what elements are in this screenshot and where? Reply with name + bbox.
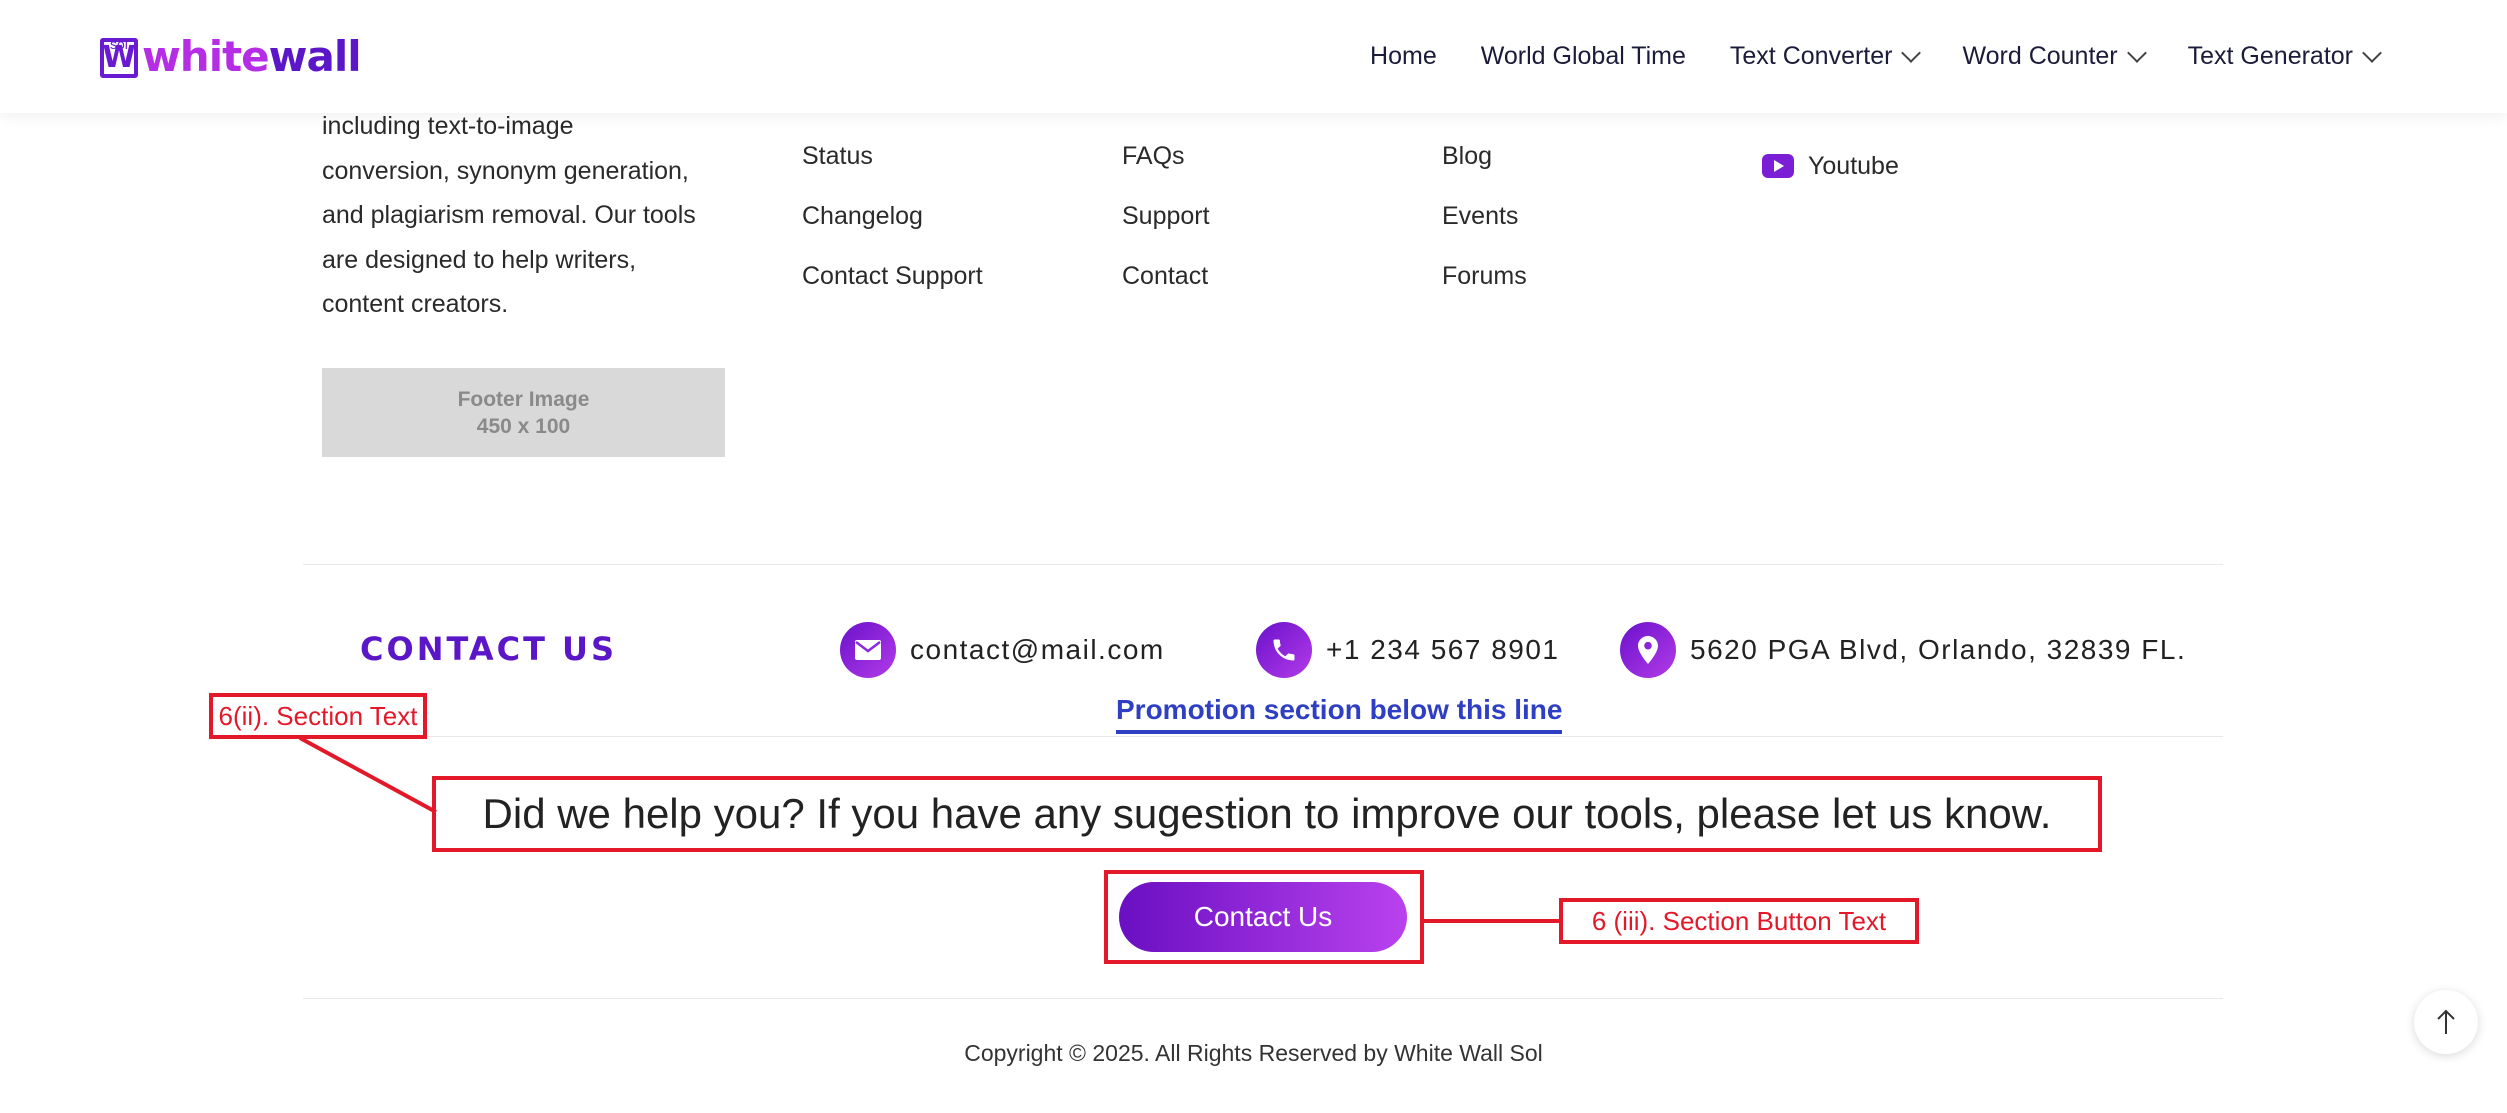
youtube-icon xyxy=(1762,154,1794,178)
footer-link-contact[interactable]: Contact xyxy=(1122,256,1210,316)
nav-label: Home xyxy=(1370,42,1437,70)
nav-text-converter[interactable]: Text Converter xyxy=(1729,42,1922,71)
about-line: are designed to help writers, xyxy=(322,245,637,274)
footer-link-forums[interactable]: Forums xyxy=(1442,256,1527,316)
youtube-label: Youtube xyxy=(1808,152,1899,180)
scroll-to-top-button[interactable] xyxy=(2414,990,2478,1054)
nav-text-generator[interactable]: Text Generator xyxy=(2187,42,2382,71)
phone-icon xyxy=(1256,622,1312,678)
logo-mark-icon: sol W xyxy=(100,36,138,78)
contact-email[interactable]: contact@mail.com xyxy=(840,622,1165,678)
footer-image-size: 450 x 100 xyxy=(476,414,571,438)
logo[interactable]: sol W whitewall xyxy=(100,28,362,78)
footer-link-contact-support[interactable]: Contact Support xyxy=(802,256,983,316)
footer-links-col-1: Status Changelog Contact Support xyxy=(802,136,983,316)
main-nav: Home World Global Time Text Converter Wo… xyxy=(1370,0,2382,113)
nav-label: Text Generator xyxy=(2187,42,2353,70)
site-header: sol W whitewall Home World Global Time T… xyxy=(0,0,2507,113)
contact-phone[interactable]: +1 234 567 8901 xyxy=(1256,622,1559,678)
contact-address-text: 5620 PGA Blvd, Orlando, 32839 FL. xyxy=(1690,634,2187,665)
footer-link-faqs[interactable]: FAQs xyxy=(1122,136,1210,196)
annotation-label-button-text: 6 (iii). Section Button Text xyxy=(1559,898,1919,944)
logo-word-white: white xyxy=(142,32,270,81)
chevron-down-icon xyxy=(2126,42,2147,63)
nav-word-counter[interactable]: Word Counter xyxy=(1962,42,2147,71)
copyright-text: Copyright © 2025. All Rights Reserved by… xyxy=(964,1040,1543,1066)
footer-image-label: Footer Image xyxy=(457,387,590,411)
footer-link-status[interactable]: Status xyxy=(802,136,983,196)
contact-address[interactable]: 5620 PGA Blvd, Orlando, 32839 FL. xyxy=(1620,622,2186,678)
chevron-down-icon xyxy=(1901,42,1922,63)
footer-about-text: including text-to-image conversion, syno… xyxy=(322,104,742,327)
promotion-note: Promotion section below this line xyxy=(1116,694,1563,734)
contact-us-button[interactable]: Contact Us xyxy=(1119,882,1407,952)
arrow-up-icon xyxy=(2437,1009,2455,1034)
nav-label: Text Converter xyxy=(1729,42,1893,70)
chevron-down-icon xyxy=(2362,42,2382,63)
nav-label: World Global Time xyxy=(1480,42,1686,70)
promo-section-text: Did we help you? If you have any sugesti… xyxy=(432,776,2102,852)
logo-sol-text: sol xyxy=(110,36,128,52)
footer-link-support[interactable]: Support xyxy=(1122,196,1210,256)
about-line: content creators. xyxy=(322,290,509,318)
footer-link-changelog[interactable]: Changelog xyxy=(802,196,983,256)
footer-divider-mid xyxy=(303,736,2223,737)
promo-text: Did we help you? If you have any sugesti… xyxy=(482,790,2052,837)
logo-word-wall: wall xyxy=(268,32,362,81)
footer-link-events[interactable]: Events xyxy=(1442,196,1527,256)
contact-us-heading: CONTACT US xyxy=(360,630,618,668)
footer-divider-bottom xyxy=(303,998,2223,999)
nav-label: Word Counter xyxy=(1962,42,2118,70)
contact-email-text: contact@mail.com xyxy=(910,634,1165,665)
location-pin-icon xyxy=(1620,622,1676,678)
footer-link-youtube[interactable]: Youtube xyxy=(1762,136,1899,196)
nav-world-global-time[interactable]: World Global Time xyxy=(1481,42,1686,71)
footer-links-col-3: Blog Events Forums xyxy=(1442,136,1527,316)
footer-links-col-2: FAQs Support Contact xyxy=(1122,136,1210,316)
about-line: conversion, synonym generation, xyxy=(322,156,689,185)
footer-link-blog[interactable]: Blog xyxy=(1442,136,1527,196)
footer-image-placeholder: Footer Image 450 x 100 xyxy=(322,368,725,457)
envelope-icon xyxy=(840,622,896,678)
annotation-label-section-text: 6(ii). Section Text xyxy=(209,693,427,739)
nav-home[interactable]: Home xyxy=(1370,42,1437,71)
logo-wordmark: whitewall xyxy=(142,36,362,78)
footer-divider-top xyxy=(303,564,2223,565)
footer-social-col: Youtube xyxy=(1762,136,1899,196)
about-line: and plagiarism removal. Our tools xyxy=(322,201,696,229)
contact-phone-text: +1 234 567 8901 xyxy=(1326,634,1560,665)
